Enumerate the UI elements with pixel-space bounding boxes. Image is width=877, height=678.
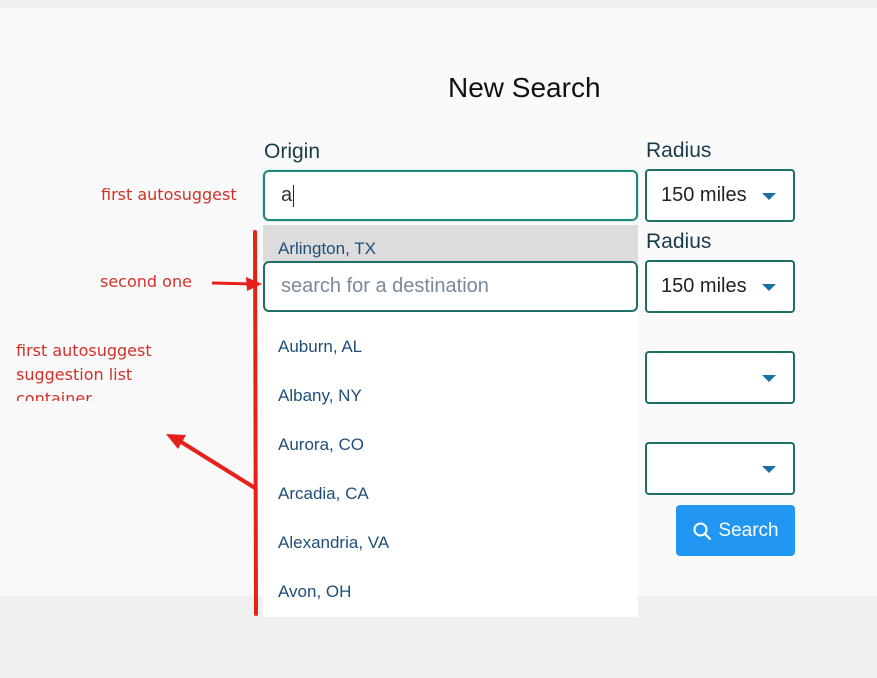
- annotation-arrow-container: [176, 438, 257, 490]
- annotation-marks: [166, 230, 262, 616]
- annotation-bracket-line: [253, 230, 258, 616]
